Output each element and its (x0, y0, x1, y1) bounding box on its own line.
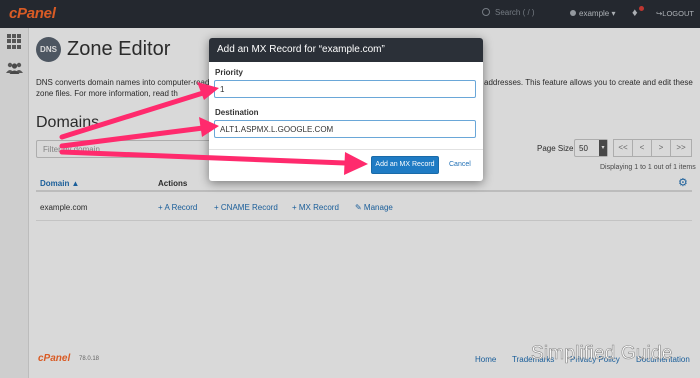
watermark: Simplified Guide (531, 343, 673, 365)
annotation-arrows (59, 82, 368, 175)
arrow-to-submit-icon (59, 149, 368, 175)
